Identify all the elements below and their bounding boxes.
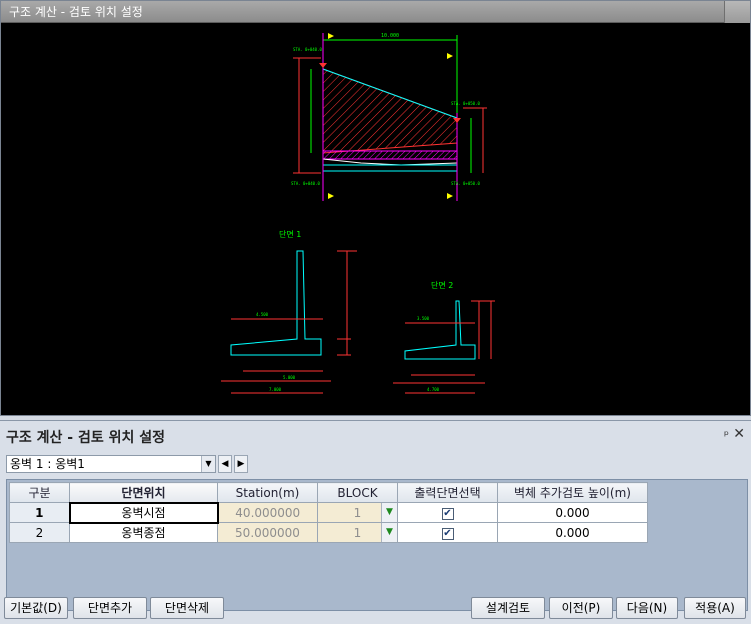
- svg-text:4.700: 4.700: [427, 387, 440, 392]
- svg-text:5.000: 5.000: [283, 375, 296, 380]
- col-header-output[interactable]: 출력단면선택: [397, 482, 498, 503]
- block-cell[interactable]: 1 ▼: [317, 522, 398, 543]
- section2-label: 단면 2: [431, 280, 453, 290]
- row-number[interactable]: 1: [9, 502, 70, 523]
- delete-section-button[interactable]: 단면삭제: [150, 597, 224, 619]
- next-button[interactable]: 다음(N): [616, 597, 678, 619]
- block-cell[interactable]: 1 ▼: [317, 502, 398, 523]
- panel-title: 구조 계산 - 검토 위치 설정: [6, 430, 165, 446]
- col-header-block[interactable]: BLOCK: [317, 482, 398, 503]
- settings-panel: 구조 계산 - 검토 위치 설정 ᵖ ✕ 옹벽 1 : 옹벽1 ▼ ◀ ▶ 구분…: [0, 420, 751, 624]
- col-header-height[interactable]: 벽체 추가검토 높이(m): [497, 482, 648, 503]
- output-checkbox[interactable]: ✔: [441, 528, 454, 540]
- apply-button[interactable]: 적용(A): [684, 597, 746, 619]
- row-number[interactable]: 2: [9, 522, 70, 543]
- viewport-titlebar: 구조 계산 - 검토 위치 설정: [1, 1, 750, 23]
- viewport-titlebar-button[interactable]: [724, 1, 750, 23]
- pin-icon[interactable]: ᵖ: [724, 428, 729, 442]
- close-icon[interactable]: ✕: [733, 426, 745, 442]
- section-table: 구분 단면위치 Station(m) BLOCK 출력단면선택 벽체 추가검토 …: [9, 482, 648, 543]
- default-button[interactable]: 기본값(D): [4, 597, 68, 619]
- station-cell: 50.000000: [217, 522, 318, 543]
- drawing-viewport-window: 구조 계산 - 검토 위치 설정 10.000 STA. 0+040.0 STA…: [0, 0, 751, 416]
- position-cell[interactable]: 옹벽종점: [69, 522, 218, 543]
- station-cell: 40.000000: [217, 502, 318, 523]
- svg-text:7.000: 7.000: [269, 387, 282, 392]
- chevron-down-icon[interactable]: ▼: [381, 503, 397, 522]
- svg-text:STA. 0+050.0: STA. 0+050.0: [451, 181, 480, 186]
- next-wall-button[interactable]: ▶: [234, 455, 248, 473]
- prev-wall-button[interactable]: ◀: [218, 455, 232, 473]
- col-header-position[interactable]: 단면위치: [69, 482, 218, 503]
- block-value: 1: [353, 505, 362, 520]
- section1-label: 단면 1: [279, 229, 301, 239]
- section2-drawing: 3.500 4.700: [393, 300, 495, 394]
- svg-text:4.500: 4.500: [256, 312, 269, 317]
- design-review-button[interactable]: 설계검토: [471, 597, 545, 619]
- prev-button[interactable]: 이전(P): [549, 597, 613, 619]
- add-section-button[interactable]: 단면추가: [73, 597, 147, 619]
- section1-drawing: 4.500 7.000 5.000: [221, 250, 357, 394]
- svg-text:3.500: 3.500: [417, 316, 430, 321]
- wall-select[interactable]: 옹벽 1 : 옹벽1 ▼: [6, 455, 216, 473]
- svg-text:STA. 0+050.0: STA. 0+050.0: [451, 101, 480, 106]
- viewport-title: 구조 계산 - 검토 위치 설정: [9, 5, 143, 19]
- block-value: 1: [353, 525, 362, 540]
- section-grid-area: 구분 단면위치 Station(m) BLOCK 출력단면선택 벽체 추가검토 …: [6, 479, 748, 611]
- col-header-no[interactable]: 구분: [9, 482, 70, 503]
- chevron-down-icon[interactable]: ▼: [201, 456, 215, 472]
- output-checkbox[interactable]: ✔: [441, 508, 454, 520]
- table-header-row: 구분 단면위치 Station(m) BLOCK 출력단면선택 벽체 추가검토 …: [9, 482, 648, 503]
- svg-text:STA. 0+040.0: STA. 0+040.0: [293, 47, 322, 52]
- svg-text:10.000: 10.000: [381, 33, 399, 39]
- output-cell[interactable]: ✔: [397, 502, 498, 523]
- table-row[interactable]: 1 옹벽시점 40.000000 1 ▼ ✔ 0.000: [9, 501, 648, 524]
- chevron-down-icon[interactable]: ▼: [381, 523, 397, 542]
- height-cell[interactable]: 0.000: [497, 502, 648, 523]
- svg-text:STA. 0+040.0: STA. 0+040.0: [291, 181, 320, 186]
- table-row[interactable]: 2 옹벽종점 50.000000 1 ▼ ✔ 0.000: [9, 522, 648, 543]
- height-cell[interactable]: 0.000: [497, 522, 648, 543]
- position-cell[interactable]: 옹벽시점: [68, 501, 219, 524]
- output-cell[interactable]: ✔: [397, 522, 498, 543]
- cad-drawing[interactable]: 10.000 STA. 0+040.0 STA. 0+050.0 STA. 0+…: [1, 23, 750, 415]
- col-header-station[interactable]: Station(m): [217, 482, 318, 503]
- wall-elevation: 10.000 STA. 0+040.0 STA. 0+050.0 STA. 0+…: [291, 33, 487, 201]
- wall-select-value: 옹벽 1 : 옹벽1: [10, 457, 85, 471]
